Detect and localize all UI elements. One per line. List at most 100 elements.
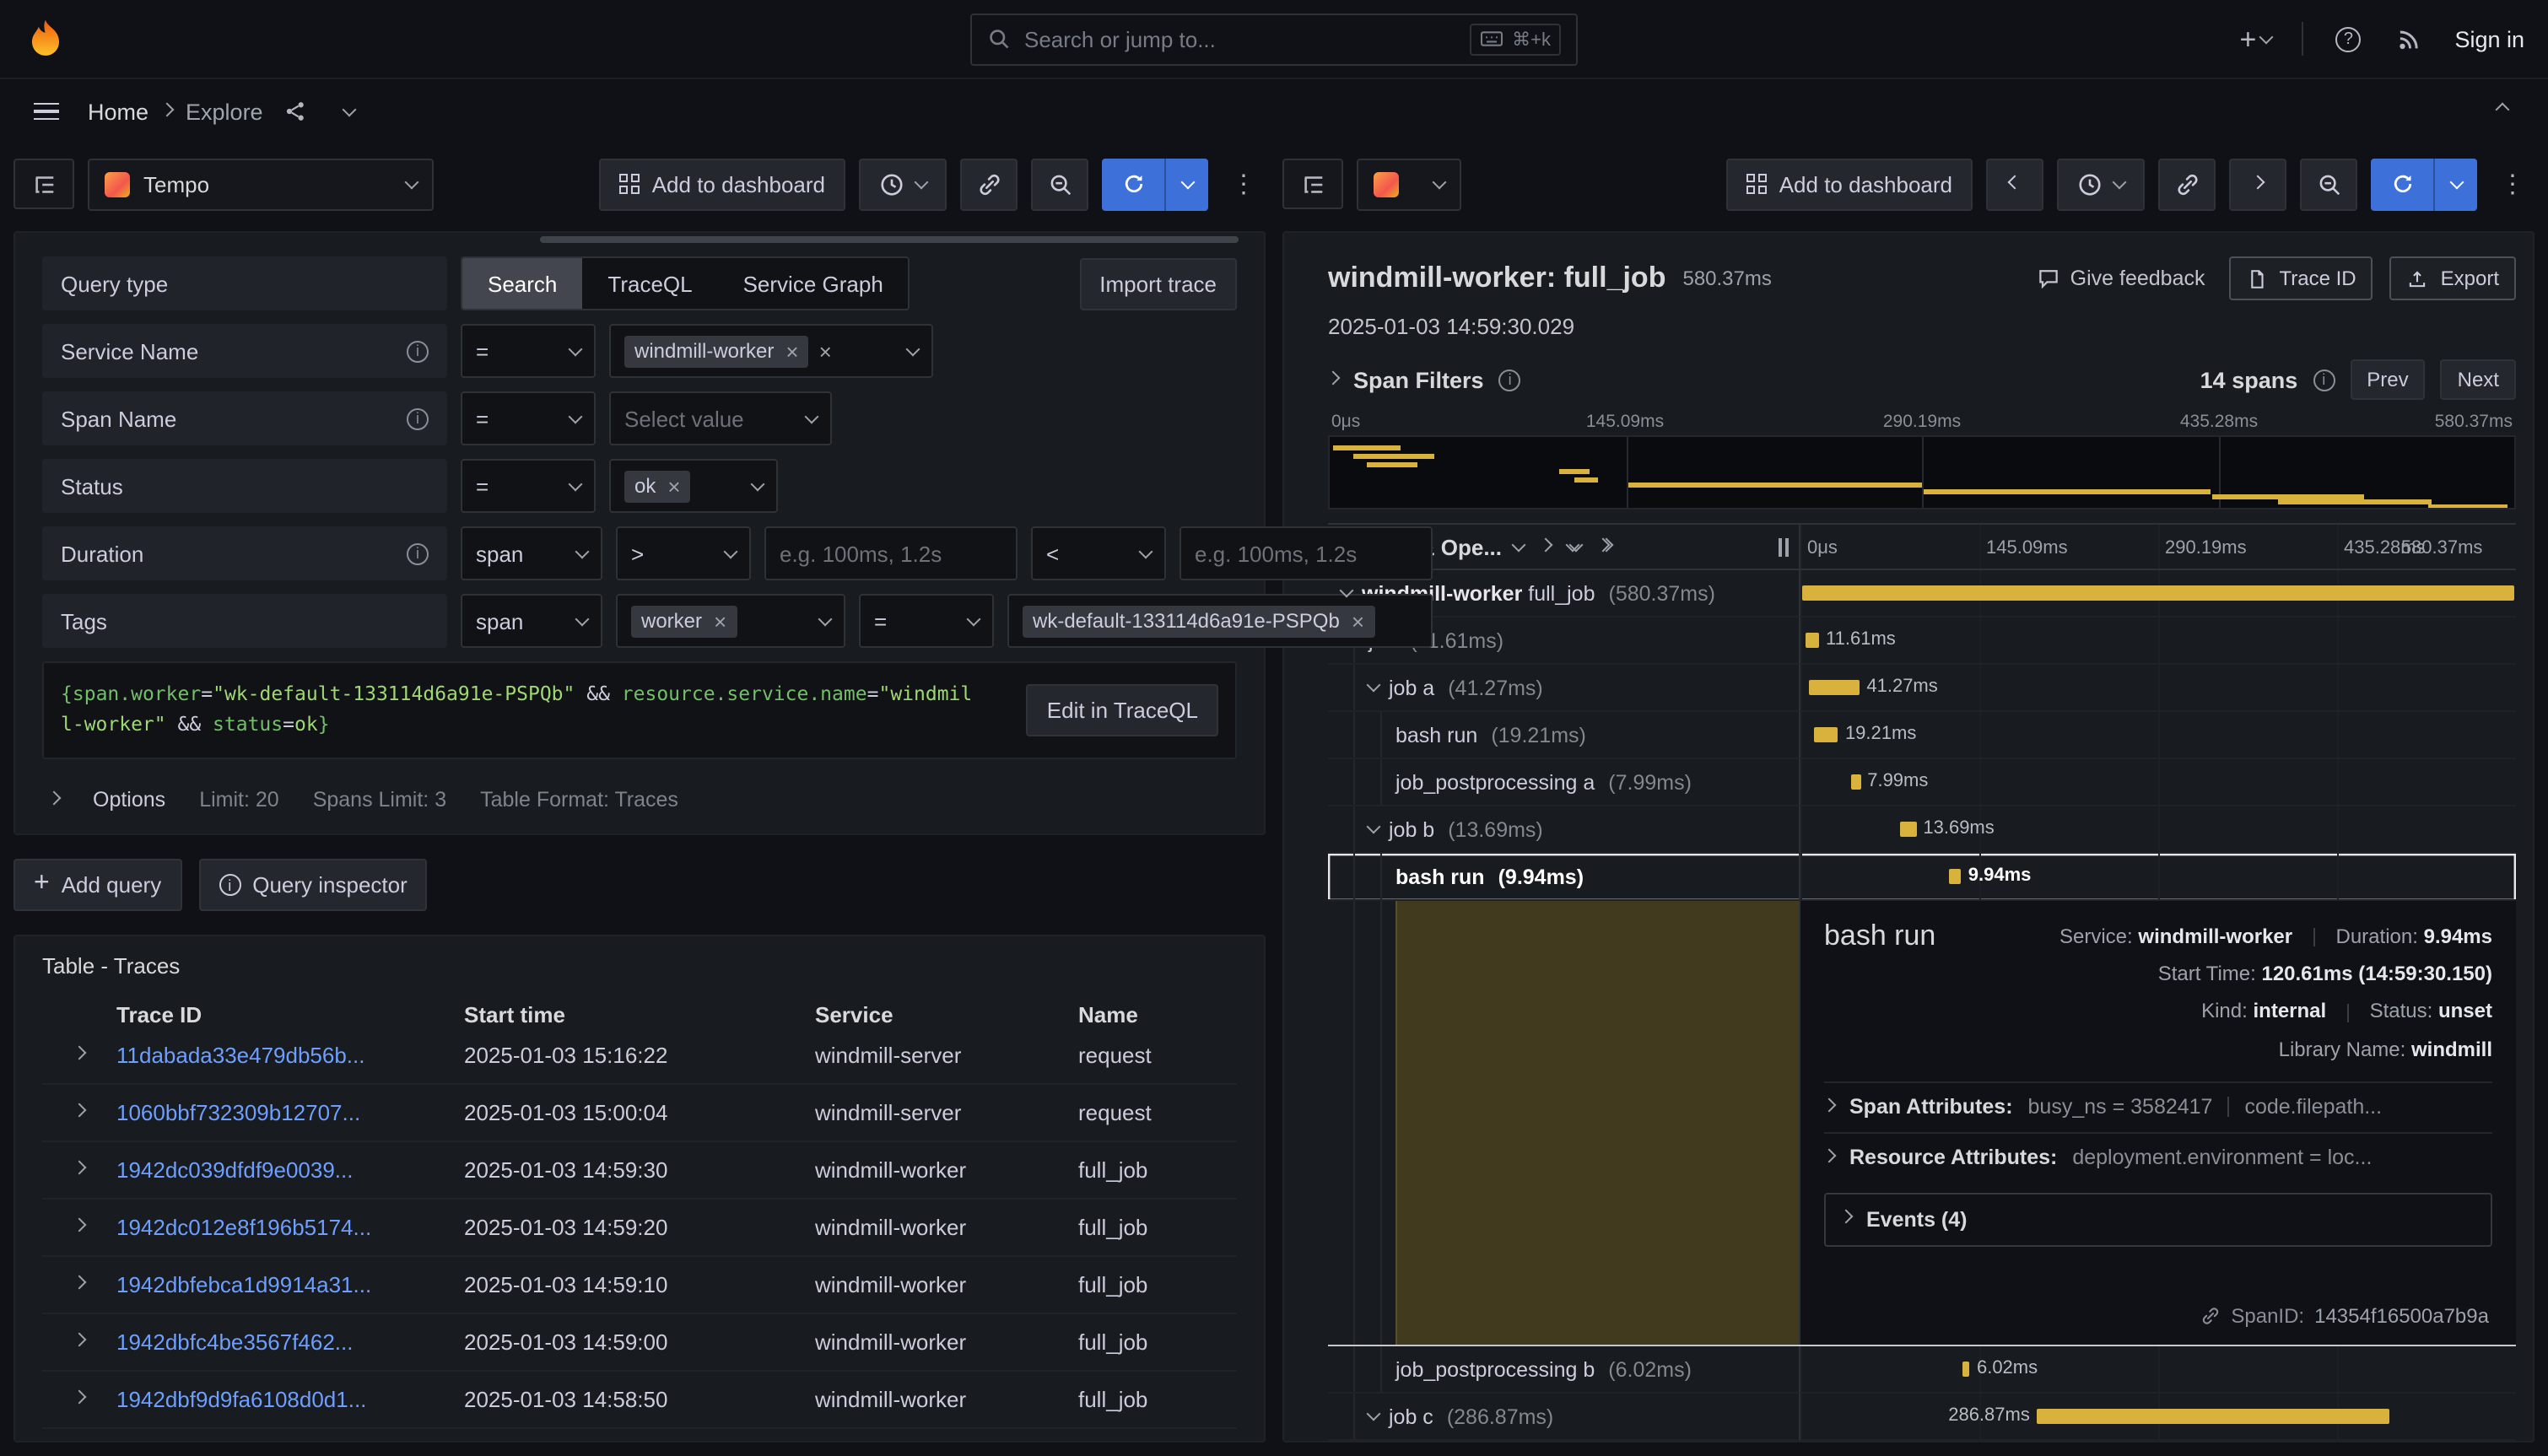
add-to-dashboard-button-right[interactable]: Add to dashboard [1727, 158, 1973, 210]
next-span-button[interactable]: Next [2441, 359, 2516, 400]
collapse-header-button[interactable] [2481, 86, 2524, 137]
trace-id-link[interactable]: 1942dbfebca1d9914a31... [116, 1272, 464, 1297]
row-expand-icon[interactable] [42, 1110, 116, 1115]
info-icon[interactable]: i [407, 407, 429, 429]
info-icon[interactable]: i [407, 340, 429, 362]
search-input[interactable]: Search or jump to... ⌘+k [970, 13, 1578, 65]
column-resize-handle[interactable] [1779, 537, 1792, 556]
run-query-button-left[interactable] [1102, 158, 1208, 210]
span-name-operator-select[interactable]: = [461, 391, 596, 445]
span-bar-track[interactable] [1800, 570, 2516, 617]
datasource-picker-right[interactable] [1357, 158, 1461, 210]
query-inspector-button[interactable]: iQuery inspector [198, 859, 428, 911]
zoom-out-button-right[interactable] [2300, 158, 2357, 210]
trace-id-link[interactable]: 1942dbf9d9fa6108d0d1... [116, 1387, 464, 1412]
move-right-button[interactable] [2229, 158, 2286, 210]
tab-search[interactable]: Search [462, 258, 582, 309]
timeline-span-row[interactable]: job(11.61ms) 11.61ms [1328, 617, 2516, 665]
duration-gt-operator-select[interactable]: > [616, 526, 751, 580]
span-bar-track[interactable]: 13.69ms [1800, 806, 2516, 854]
link-split-button-right[interactable] [2158, 158, 2216, 210]
horizontal-scrollbar[interactable] [540, 236, 1239, 243]
span-bar-track[interactable]: 286.87ms [1800, 1394, 2516, 1441]
span-bar-track[interactable]: 6.02ms [1800, 1346, 2516, 1394]
trace-id-link[interactable]: 1060bbf732309b12707... [116, 1100, 464, 1125]
col-trace-id[interactable]: Trace ID [116, 1002, 464, 1027]
col-name[interactable]: Name [1078, 1002, 1237, 1027]
info-icon[interactable]: i [2313, 369, 2335, 391]
span-bar-track[interactable]: 7.99ms [1800, 759, 2516, 806]
duration-max-input[interactable]: e.g. 100ms, 1.2s [1180, 526, 1433, 580]
span-attributes-accordion[interactable]: Span Attributes: busy_ns = 3582417 code.… [1824, 1081, 2492, 1132]
remove-value-icon[interactable]: × [785, 340, 798, 362]
span-bar[interactable] [1809, 680, 1860, 695]
table-row[interactable]: 1060bbf732309b12707... 2025-01-03 15:00:… [42, 1085, 1237, 1142]
span-bar[interactable] [1802, 585, 2515, 601]
timeline-span-row[interactable]: job c(286.87ms) 286.87ms [1328, 1394, 2516, 1441]
duration-min-input[interactable]: e.g. 100ms, 1.2s [764, 526, 1018, 580]
menu-toggle-button[interactable] [24, 86, 67, 137]
trace-id-link[interactable]: 11dabada33e479db56b... [116, 1043, 464, 1068]
span-filters-expander-icon[interactable] [1326, 370, 1341, 385]
span-id[interactable]: SpanID: 14354f16500a7b9a [2197, 1291, 2492, 1335]
col-start-time[interactable]: Start time [464, 1002, 815, 1027]
share-button[interactable] [273, 86, 317, 137]
collapse-one-icon[interactable] [1541, 544, 1551, 549]
tab-traceql[interactable]: TraceQL [582, 258, 717, 309]
table-row[interactable]: 1942dbfebca1d9914a31... 2025-01-03 14:59… [42, 1257, 1237, 1314]
panel-title[interactable]: Table - Traces [42, 953, 1237, 979]
options-summary[interactable]: Options Limit: 20 Spans Limit: 3 Table F… [42, 776, 1237, 817]
query-outline-button-right[interactable] [1282, 159, 1343, 209]
remove-value-icon[interactable]: × [1352, 610, 1364, 632]
export-button[interactable]: Export [2390, 256, 2516, 300]
span-bar-track[interactable]: 9.94ms [1800, 854, 2516, 901]
options-expander-icon[interactable] [47, 790, 62, 805]
span-bar[interactable] [1805, 633, 1819, 648]
collapse-all-icon[interactable] [1598, 544, 1611, 549]
timeline-span-row[interactable]: bash run(19.21ms) 19.21ms [1328, 712, 2516, 759]
span-bar[interactable] [1949, 869, 1961, 884]
new-menu-button[interactable]: + [2233, 13, 2277, 64]
col-service[interactable]: Service [815, 1002, 1078, 1027]
prev-span-button[interactable]: Prev [2350, 359, 2425, 400]
breadcrumb-explore[interactable]: Explore [186, 99, 263, 124]
time-picker-button-right[interactable] [2057, 158, 2145, 210]
table-row[interactable]: 11dabada33e479db56b... 2025-01-03 15:16:… [42, 1027, 1237, 1085]
resource-attributes-accordion[interactable]: Resource Attributes: deployment.environm… [1824, 1132, 2492, 1183]
duration-lt-operator-select[interactable]: < [1031, 526, 1166, 580]
run-options-chevron[interactable] [2435, 158, 2477, 210]
add-to-dashboard-button-left[interactable]: Add to dashboard [600, 158, 845, 210]
refresh-icon[interactable] [2371, 158, 2435, 210]
trace-id-link[interactable]: 1942dc039dfdf9e0039... [116, 1157, 464, 1183]
span-bar[interactable] [1850, 774, 1860, 790]
row-expand-icon[interactable] [42, 1397, 116, 1402]
give-feedback-link[interactable]: Give feedback [2037, 267, 2205, 290]
tags-scope-select[interactable]: span [461, 594, 602, 648]
service-name-operator-select[interactable]: = [461, 324, 596, 378]
timeline-span-row[interactable]: job_postprocessing a(7.99ms) 7.99ms [1328, 759, 2516, 806]
events-accordion[interactable]: Events (4) [1824, 1193, 2492, 1247]
timeline-span-row[interactable]: windmill-worker full_job(580.37ms) [1328, 570, 2516, 617]
breadcrumb-home[interactable]: Home [88, 99, 148, 124]
row-expand-icon[interactable] [42, 1053, 116, 1058]
row-expand-icon[interactable] [42, 1340, 116, 1345]
remove-value-icon[interactable]: × [667, 475, 680, 497]
trace-id-button[interactable]: Trace ID [2229, 256, 2373, 300]
span-bar-track[interactable]: 11.61ms [1800, 617, 2516, 665]
service-name-value-select[interactable]: windmill-worker× × [609, 324, 933, 378]
trace-id-link[interactable]: 1942dc012e8f196b5174... [116, 1215, 464, 1240]
duration-scope-select[interactable]: span [461, 526, 602, 580]
row-expand-icon[interactable] [42, 1225, 116, 1230]
remove-value-icon[interactable]: × [714, 610, 726, 632]
row-expand-icon[interactable] [42, 1167, 116, 1173]
collapse-span-icon[interactable] [1367, 1407, 1381, 1421]
clear-icon[interactable]: × [819, 340, 832, 362]
table-row[interactable]: 1942dc012e8f196b5174... 2025-01-03 14:59… [42, 1200, 1237, 1257]
time-picker-button-left[interactable] [859, 158, 947, 210]
span-bar[interactable] [1899, 822, 1916, 837]
help-button[interactable]: ? [2326, 13, 2370, 64]
span-bar-track[interactable]: 41.27ms [1800, 665, 2516, 712]
collapse-span-icon[interactable] [1367, 678, 1381, 693]
move-left-button[interactable] [1986, 158, 2043, 210]
timeline-span-row[interactable]: job_postprocessing b(6.02ms) 6.02ms [1328, 1346, 2516, 1394]
